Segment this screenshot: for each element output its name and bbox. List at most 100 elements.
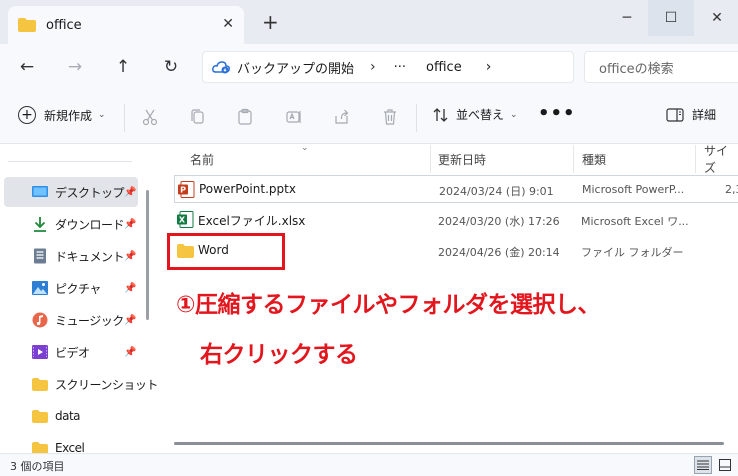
cloud-backup-icon[interactable] <box>211 57 231 77</box>
folder-icon <box>32 408 48 424</box>
desktop-icon <box>32 184 48 200</box>
sort-button[interactable]: 並べ替え ⌄ <box>432 106 518 123</box>
table-row[interactable]: P PowerPoint.pptx 2024/03/24 (日) 9:01 Mi… <box>174 175 738 203</box>
sidebar-item-downloads[interactable]: ダウンロード 📌 <box>4 209 138 239</box>
paste-icon[interactable] <box>233 106 257 128</box>
delete-icon[interactable] <box>378 106 402 128</box>
new-label: 新規作成 <box>44 108 93 123</box>
sidebar-item-videos[interactable]: ビデオ 📌 <box>4 337 138 367</box>
command-bar: + 新規作成 ⌄ 並べ替え ⌄ ••• 詳細 <box>0 90 738 144</box>
details-pane-button[interactable]: 詳細 <box>666 106 716 123</box>
refresh-button[interactable]: ↻ <box>157 54 185 80</box>
breadcrumb-separator[interactable]: › <box>370 59 376 75</box>
copy-icon[interactable] <box>186 106 210 128</box>
pin-icon[interactable]: 📌 <box>124 347 136 358</box>
sidebar-item-label: デスクトップ <box>55 185 125 200</box>
pin-icon[interactable]: 📌 <box>124 219 136 230</box>
rename-icon[interactable] <box>282 106 306 128</box>
close-window-button[interactable]: ✕ <box>694 0 738 36</box>
pin-icon[interactable]: 📌 <box>124 315 136 326</box>
navigation-bar: ← → ↑ ↻ バックアップの開始 › ··· office › officeの… <box>0 44 738 90</box>
file-type: Microsoft Excel ワ... <box>581 215 689 228</box>
download-icon <box>32 216 48 232</box>
status-bar: 3 個の項目 <box>0 453 738 476</box>
sidebar-item-data[interactable]: data <box>4 401 138 431</box>
music-icon <box>32 312 48 328</box>
details-view-button[interactable] <box>694 456 712 474</box>
sidebar-item-screenshots[interactable]: スクリーンショット <box>4 369 158 399</box>
column-header-type[interactable]: 種類 <box>582 145 606 173</box>
column-divider[interactable] <box>430 145 431 173</box>
address-bar[interactable]: バックアップの開始 › ··· office › <box>202 51 574 83</box>
cut-icon[interactable] <box>138 106 162 128</box>
item-count: 3 個の項目 <box>10 460 65 473</box>
pin-icon[interactable]: 📌 <box>124 283 136 294</box>
tile-view-icon <box>719 459 731 471</box>
file-modified: 2024/04/26 (金) 20:14 <box>438 246 560 259</box>
excel-file-icon: X <box>177 211 194 228</box>
document-icon <box>32 248 48 264</box>
highlight-box <box>167 233 285 270</box>
sidebar-item-pictures[interactable]: ピクチャ 📌 <box>4 273 138 303</box>
file-size: 2,3 <box>725 183 738 196</box>
forward-button[interactable]: → <box>61 54 89 80</box>
breadcrumb-backup[interactable]: バックアップの開始 <box>237 58 354 77</box>
column-header-modified[interactable]: 更新日時 <box>438 145 486 173</box>
more-options-button[interactable]: ••• <box>538 103 576 124</box>
folder-icon <box>18 18 36 32</box>
video-icon <box>32 344 48 360</box>
pin-icon[interactable]: 📌 <box>124 187 136 198</box>
annotation-line-1: ①圧縮するファイルやフォルダを選択し、 <box>176 292 600 318</box>
plus-icon: + <box>18 106 36 124</box>
table-row[interactable]: X Excelファイル.xlsx 2024/03/20 (水) 17:26 Mi… <box>174 206 738 234</box>
breadcrumb-office[interactable]: office <box>426 60 462 75</box>
details-label: 詳細 <box>692 108 717 122</box>
sidebar-item-label: ドキュメント <box>55 249 125 264</box>
title-bar: office ✕ + ─ ☐ ✕ <box>0 0 738 44</box>
sort-label: 並べ替え <box>456 108 505 122</box>
breadcrumb-separator[interactable]: › <box>486 59 492 75</box>
file-modified: 2024/03/20 (水) 17:26 <box>438 215 560 228</box>
file-modified: 2024/03/24 (日) 9:01 <box>439 185 554 198</box>
column-header-size[interactable]: サイズ <box>704 144 738 175</box>
sidebar-item-label: ピクチャ <box>55 281 101 296</box>
tab-office[interactable]: office ✕ <box>8 6 244 44</box>
tiles-view-button[interactable] <box>716 456 734 474</box>
pin-icon[interactable]: 📌 <box>124 251 136 262</box>
minimize-button[interactable]: ─ <box>604 0 650 36</box>
close-tab-icon[interactable]: ✕ <box>222 16 234 32</box>
tab-title: office <box>46 17 82 33</box>
list-view-icon <box>697 460 709 470</box>
breadcrumb-more[interactable]: ··· <box>394 60 406 75</box>
maximize-button[interactable]: ☐ <box>648 0 694 36</box>
sidebar-item-desktop[interactable]: デスクトップ 📌 <box>4 177 138 207</box>
details-pane-icon <box>666 107 684 122</box>
column-divider[interactable] <box>573 145 574 173</box>
chevron-down-icon: ⌄ <box>510 109 518 120</box>
horizontal-scrollbar[interactable] <box>174 442 724 445</box>
file-type: Microsoft PowerP... <box>582 183 685 196</box>
back-button[interactable]: ← <box>13 54 41 80</box>
up-button[interactable]: ↑ <box>109 54 137 80</box>
pictures-icon <box>32 280 48 296</box>
file-name: PowerPoint.pptx <box>199 182 296 196</box>
annotation-line-2: 右クリックする <box>200 342 358 368</box>
navigation-pane: デスクトップ 📌 ダウンロード 📌 ドキュメント 📌 ピクチャ 📌 ミュージック… <box>0 145 158 455</box>
sidebar-item-label: スクリーンショット <box>55 377 158 392</box>
share-icon[interactable] <box>330 106 354 128</box>
divider <box>416 104 417 132</box>
new-tab-button[interactable]: + <box>262 12 279 32</box>
new-button[interactable]: + 新規作成 ⌄ <box>18 106 106 124</box>
folder-icon <box>32 376 48 392</box>
column-header-name[interactable]: 名前 <box>190 145 214 173</box>
file-type: ファイル フォルダー <box>581 246 684 259</box>
sidebar-scrollbar[interactable] <box>146 190 149 320</box>
sidebar-item-music[interactable]: ミュージック 📌 <box>4 305 138 335</box>
sidebar-item-label: ダウンロード <box>55 217 125 232</box>
svg-text:P: P <box>180 186 186 195</box>
column-divider[interactable] <box>695 145 696 173</box>
powerpoint-file-icon: P <box>178 181 195 198</box>
sidebar-item-documents[interactable]: ドキュメント 📌 <box>4 241 138 271</box>
search-input[interactable]: officeの検索 <box>584 51 738 83</box>
file-name: Excelファイル.xlsx <box>198 214 306 228</box>
